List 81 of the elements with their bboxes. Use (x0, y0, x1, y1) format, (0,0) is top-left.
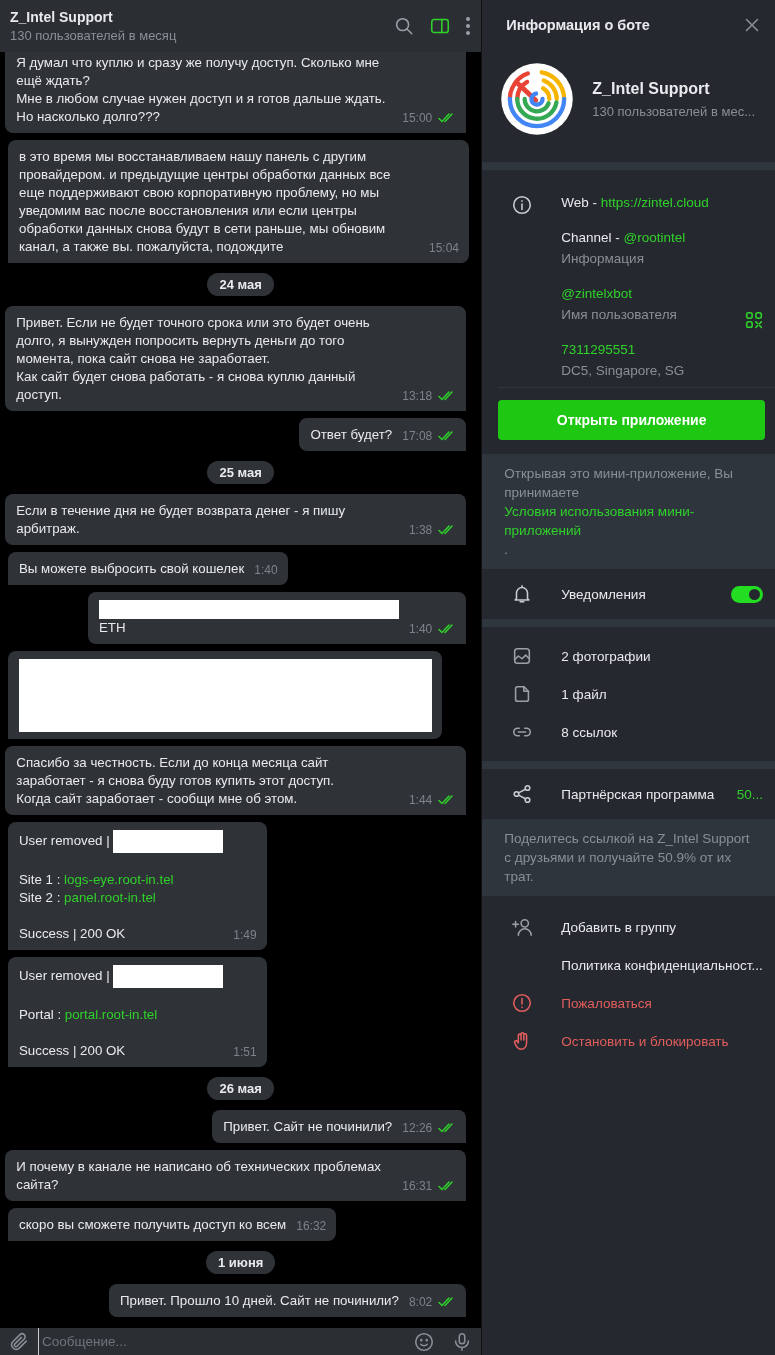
more-button[interactable] (465, 15, 472, 37)
info-icon (510, 194, 533, 216)
message-text: Я думал что куплю и сразу же получу доступ. Сколько мне ещё ждать? Мне в любом случае нужен доступ и я готов дальше ждать. Но насколько долго??? (16, 55, 387, 124)
message-time: 1:40 (254, 562, 278, 579)
action-item[interactable]: Остановить и блокировать (561, 1033, 763, 1049)
message-text: И почему в канале не написано об технических проблемах сайта? (16, 1159, 382, 1192)
info-caption: DC5, Singapore, SG (561, 362, 686, 379)
action-item[interactable]: Пожаловаться (561, 995, 763, 1011)
date-chip: 1 июня (205, 1251, 276, 1274)
message-time: 13:18 (402, 388, 433, 405)
site-link[interactable]: logs-eye.root-in.tel (64, 872, 174, 887)
message-text: в это время мы восстанавливаем нашу панель с другим провайдером. и предыдущие центры обработки данных все еще поддерживают свою корпоративную проблему, но мы уведомим вас после восстановления или если центры обработки данных снова будут в сети раньше, мы обновим канал, а также вы. пожалуйста, подождите (19, 149, 392, 254)
attach-button[interactable] (0, 1328, 38, 1355)
message-time: 1:44 (408, 792, 433, 809)
message-text: Если в течение дня не будет возврата денег - я пишу арбитраж. (16, 503, 347, 536)
share-icon (510, 783, 533, 805)
media-item[interactable]: 8 ссылок (561, 724, 763, 740)
message-input[interactable]: Сообщение... (38, 1328, 406, 1355)
date-chip: 25 мая (207, 461, 274, 484)
date-chip: 26 мая (207, 1077, 274, 1100)
info-caption: Имя пользователя (561, 306, 678, 323)
info-line: Channel - @rootintel (561, 229, 687, 246)
message-time: 1:51 (233, 1044, 257, 1061)
info-link[interactable]: @rootintel (623, 230, 686, 245)
message-text: Success | 200 OK (19, 926, 126, 941)
add-user-icon (510, 916, 533, 938)
message-text: ETH (98, 620, 126, 635)
notifications-label: Уведомления (561, 586, 647, 602)
media-item[interactable]: 2 фотографии (561, 648, 763, 664)
terms-note: Открывая это мини-приложение, Вы принимаете Условия использования мини-приложений . (482, 454, 775, 569)
date-chip: 24 мая (207, 273, 274, 296)
message-time: 1:38 (408, 522, 433, 539)
message-text: Portal : (19, 1007, 62, 1022)
chat-title: Z_Intel Support (10, 9, 114, 25)
message-text: Ответ будет? (310, 427, 393, 442)
message-text: скоро вы сможете получить доступ ко всем (19, 1217, 287, 1232)
smiley-icon (413, 1330, 436, 1353)
message-time: 1:49 (233, 927, 257, 944)
affiliate-note: Поделитесь ссылкой на Z_Intel Support с друзьями и получайте 50.9% от их трат. (482, 819, 775, 896)
terms-link[interactable]: Условия использования мини-приложений (504, 502, 753, 540)
bot-name: Z_Intel Support (592, 79, 711, 98)
message-text: Спасибо за честность. Если до конца месяца сайт заработает - я снова буду готов купить этот доступ. Когда сайт заработает - сообщи мне об этом. (16, 755, 334, 806)
more-icon (465, 15, 472, 37)
message-time: 1:40 (408, 621, 433, 638)
info-link[interactable]: https://zintel.cloud (600, 195, 709, 210)
message-time: 8:02 (408, 1294, 433, 1311)
message-text: User removed | (19, 833, 110, 848)
panel-title: Информация о боте (506, 17, 650, 33)
microphone-button[interactable] (443, 1328, 482, 1355)
qr-code-button[interactable] (743, 309, 765, 331)
bot-id: 7311295551 (561, 341, 637, 358)
message-text: Привет. Прошло 10 дней. Сайт не починили? (120, 1293, 399, 1308)
site-link[interactable]: portal.root-in.tel (64, 1007, 158, 1022)
affiliate-value: 50... (736, 786, 763, 802)
affiliate-label[interactable]: Партнёрская программа (561, 786, 737, 802)
info-line: Web - https://zintel.cloud (561, 194, 710, 211)
message-time: 17:08 (402, 428, 433, 445)
paperclip-icon (8, 1330, 30, 1353)
bot-subtitle: 130 пользователей в мес... (592, 103, 755, 119)
site-link[interactable]: panel.root-in.tel (64, 890, 156, 905)
message-text: Site 2 : (19, 890, 61, 905)
message-time: 16:31 (402, 1178, 433, 1195)
message-time: 15:04 (428, 240, 459, 257)
info-caption: Информация (561, 250, 645, 267)
message-text: Success | 200 OK (19, 1043, 126, 1058)
message-time: 16:32 (296, 1218, 327, 1235)
alert-icon (510, 992, 533, 1014)
message-text: Привет. Если не будет точного срока или это будет очень долго, я вынужден попросить вернуть деньги до того момента, пока сайт снова не заработает. Как сайт будет снова работать - я снова куплю данный доступ. (16, 315, 371, 402)
username-link[interactable]: @zintelxbot (561, 285, 743, 302)
chat-subtitle: 130 пользователей в месяц (10, 28, 178, 43)
media-item[interactable]: 1 файл (561, 686, 763, 702)
message-text: Вы можете выбросить свой кошелек (19, 561, 245, 576)
action-item[interactable]: Политика конфиденциальност... (561, 957, 763, 973)
action-item[interactable]: Добавить в группу (561, 919, 763, 935)
message-text: Привет. Сайт не починили? (223, 1119, 393, 1134)
notifications-toggle[interactable] (731, 585, 763, 603)
message-time: 15:00 (402, 110, 433, 127)
message-text: Site 1 : (19, 872, 61, 887)
message-time: 12:26 (402, 1120, 433, 1137)
message-text: User removed | (19, 968, 110, 983)
qr-code-icon (743, 309, 765, 331)
